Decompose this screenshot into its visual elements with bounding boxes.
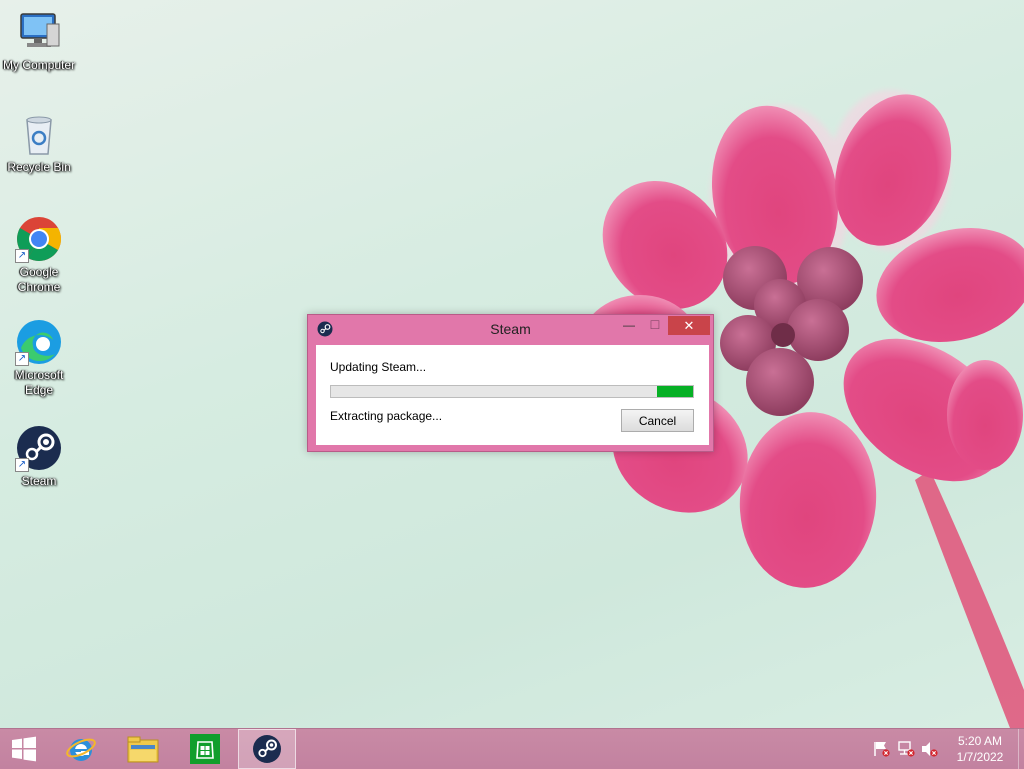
desktop-icon-my-computer[interactable]: My Computer [1,8,77,73]
volume-muted-icon[interactable] [921,741,939,757]
clock-date: 1/7/2022 [956,750,1004,764]
status-text: Updating Steam... [330,360,427,374]
desktop-icon-recycle-bin[interactable]: Recycle Bin [1,110,77,175]
shortcut-arrow-icon: ↗ [15,458,29,472]
start-button[interactable] [0,729,48,769]
progress-bar [330,385,694,398]
desktop-icon-label: My Computer [2,58,76,72]
start-icon [12,736,36,762]
taskbar-internet-explorer[interactable] [52,729,110,769]
desktop-icon-label: Microsoft Edge [14,368,64,397]
desktop-icon-google-chrome[interactable]: ↗ Google Chrome [1,215,77,295]
action-center-flag-icon[interactable] [873,741,891,757]
taskbar-store[interactable] [176,729,234,769]
desktop-icon-label: Recycle Bin [7,160,71,174]
chrome-icon: ↗ [15,215,63,263]
minimize-button[interactable]: — [616,316,642,335]
store-icon [190,734,220,764]
progress-fill [656,386,693,397]
clock-time: 5:20 AM [957,734,1003,748]
shortcut-arrow-icon: ↗ [15,249,29,263]
window-titlebar[interactable]: Steam — ☐ ✕ [308,315,713,343]
taskbar: 5:20 AM 1/7/2022 [0,728,1024,769]
taskbar-file-explorer[interactable] [114,729,172,769]
taskbar-clock[interactable]: 5:20 AM 1/7/2022 [946,733,1014,765]
detail-text: Extracting package... [330,409,443,423]
taskbar-steam[interactable] [238,729,296,769]
cancel-button[interactable]: Cancel [621,409,694,432]
steam-icon: ↗ [15,424,63,472]
desktop-icon-label: Steam [21,474,57,488]
desktop-icon-microsoft-edge[interactable]: ↗ Microsoft Edge [1,318,77,398]
steam-update-window[interactable]: Steam — ☐ ✕ Updating Steam... Extracting… [307,314,714,452]
close-button[interactable]: ✕ [668,316,710,335]
recycle-bin-icon [15,110,63,158]
window-content: Updating Steam... Extracting package... … [316,345,709,445]
computer-icon [15,8,63,56]
internet-explorer-icon [66,738,96,761]
desktop-icon-label: Google Chrome [17,265,61,294]
maximize-button[interactable]: ☐ [642,316,668,335]
edge-icon: ↗ [15,318,63,366]
steam-icon [253,735,281,763]
desktop-icon-steam[interactable]: ↗ Steam [1,424,77,489]
shortcut-arrow-icon: ↗ [15,352,29,366]
show-desktop-button[interactable] [1018,729,1024,769]
network-icon[interactable] [897,741,915,757]
file-explorer-icon [127,736,159,763]
